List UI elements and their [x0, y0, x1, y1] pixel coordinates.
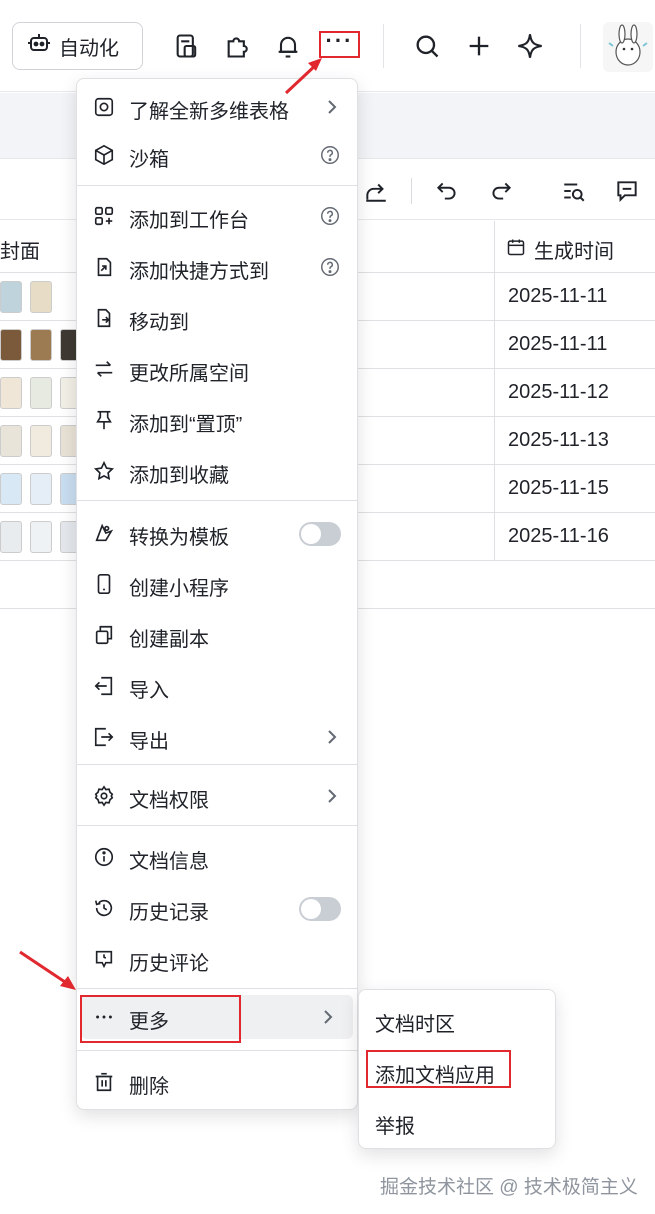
- menu-item-duplicate[interactable]: 创建副本: [77, 613, 357, 657]
- submenu-item-timezone[interactable]: 文档时区: [375, 1008, 455, 1037]
- divider: [411, 178, 412, 204]
- calendar-icon: [506, 237, 526, 263]
- share-icon[interactable]: [363, 178, 389, 204]
- history-toggle[interactable]: [299, 897, 341, 921]
- more-highlight-box: [80, 995, 241, 1043]
- star-icon: [93, 460, 115, 482]
- menu-item-add-to-workspace[interactable]: 添加到工作台: [77, 194, 357, 238]
- cube-icon: [93, 144, 115, 166]
- template-toggle[interactable]: [299, 522, 341, 546]
- date-cell: 2025-11-12: [508, 381, 609, 403]
- menu-item-favorite[interactable]: 添加到收藏: [77, 449, 357, 493]
- add-doc-app-highlight-box: [366, 1050, 511, 1088]
- menu-divider: [77, 1050, 357, 1051]
- history-icon: [93, 897, 115, 919]
- more-menu: 了解全新多维表格 沙箱 添加到工作台 添加快捷方式到 移动到 更改所属空间 添加…: [76, 78, 358, 1110]
- menu-item-to-template[interactable]: 转换为模板: [77, 511, 357, 555]
- date-cell: 2025-11-13: [508, 429, 609, 451]
- divider: [580, 24, 581, 68]
- menu-item-create-miniapp[interactable]: 创建小程序: [77, 562, 357, 606]
- comment-history-icon: [93, 948, 115, 970]
- cover-thumbnails: [0, 377, 82, 409]
- robot-icon: [27, 31, 51, 61]
- trash-icon: [93, 1071, 115, 1093]
- menu-item-history[interactable]: 历史记录: [77, 886, 357, 930]
- cover-thumbnails: [0, 521, 82, 553]
- comment-icon[interactable]: [614, 178, 640, 204]
- cover-thumbnails: [0, 281, 52, 313]
- bitable-icon: [93, 96, 115, 118]
- menu-divider: [77, 764, 357, 765]
- template-icon: [93, 522, 115, 544]
- annotation-arrow-icon: [19, 950, 76, 990]
- watermark: 掘金技术社区 @ 技术极简主义: [380, 1177, 638, 1198]
- menu-item-delete[interactable]: 删除: [77, 1060, 357, 1104]
- avatar[interactable]: [603, 22, 653, 72]
- column-header-cover[interactable]: 封面: [0, 235, 40, 264]
- date-cell: 2025-11-11: [508, 285, 608, 307]
- cover-thumbnails: [0, 473, 82, 505]
- divider: [383, 24, 384, 68]
- menu-divider: [77, 185, 357, 186]
- chevron-right-icon: [321, 1006, 335, 1028]
- cover-thumbnails: [0, 425, 82, 457]
- menu-divider: [77, 500, 357, 501]
- cover-thumbnails: [0, 329, 82, 361]
- apps-add-icon: [93, 205, 115, 227]
- swap-icon: [93, 358, 115, 380]
- menu-item-import[interactable]: 导入: [77, 664, 357, 708]
- plus-icon[interactable]: [463, 30, 495, 62]
- chevron-right-icon: [325, 726, 339, 748]
- redo-icon[interactable]: [488, 178, 514, 204]
- chevron-right-icon: [325, 785, 339, 807]
- menu-item-comment-history[interactable]: 历史评论: [77, 937, 357, 981]
- date-cell: 2025-11-16: [508, 525, 609, 547]
- submenu-item-report[interactable]: 举报: [375, 1110, 415, 1139]
- import-icon: [93, 675, 115, 697]
- automation-label: 自动化: [59, 37, 119, 60]
- automation-button[interactable]: 自动化: [12, 22, 143, 70]
- annotation-arrow-icon: [284, 58, 322, 95]
- menu-item-pin[interactable]: 添加到“置顶”: [77, 398, 357, 442]
- info-icon: [93, 846, 115, 868]
- menu-divider: [77, 988, 357, 989]
- more-icon[interactable]: ···: [319, 29, 360, 58]
- move-icon: [93, 307, 115, 329]
- help-icon[interactable]: [319, 256, 341, 278]
- plugin-icon[interactable]: [222, 30, 254, 62]
- menu-item-add-shortcut[interactable]: 添加快捷方式到: [77, 245, 357, 289]
- phone-icon: [93, 573, 115, 595]
- menu-divider: [77, 825, 357, 826]
- gear-icon: [93, 785, 115, 807]
- help-icon[interactable]: [319, 144, 341, 166]
- find-icon[interactable]: [561, 178, 587, 204]
- doc-template-icon[interactable]: [171, 30, 203, 62]
- menu-item-change-space[interactable]: 更改所属空间: [77, 347, 357, 391]
- menu-item-move-to[interactable]: 移动到: [77, 296, 357, 340]
- menu-item-sandbox[interactable]: 沙箱: [77, 133, 357, 177]
- menu-item-doc-info[interactable]: 文档信息: [77, 835, 357, 879]
- export-icon: [93, 726, 115, 748]
- copy-icon: [93, 624, 115, 646]
- menu-item-permissions[interactable]: 文档权限: [77, 774, 357, 818]
- sparkle-icon[interactable]: [514, 30, 546, 62]
- date-cell: 2025-11-15: [508, 477, 609, 499]
- help-icon[interactable]: [319, 205, 341, 227]
- undo-icon[interactable]: [434, 178, 460, 204]
- menu-item-export[interactable]: 导出: [77, 715, 357, 759]
- column-divider: [494, 221, 495, 561]
- column-header-time[interactable]: 生成时间: [506, 235, 614, 264]
- search-icon[interactable]: [411, 30, 443, 62]
- pin-icon: [93, 409, 115, 431]
- date-cell: 2025-11-11: [508, 333, 608, 355]
- shortcut-icon: [93, 256, 115, 278]
